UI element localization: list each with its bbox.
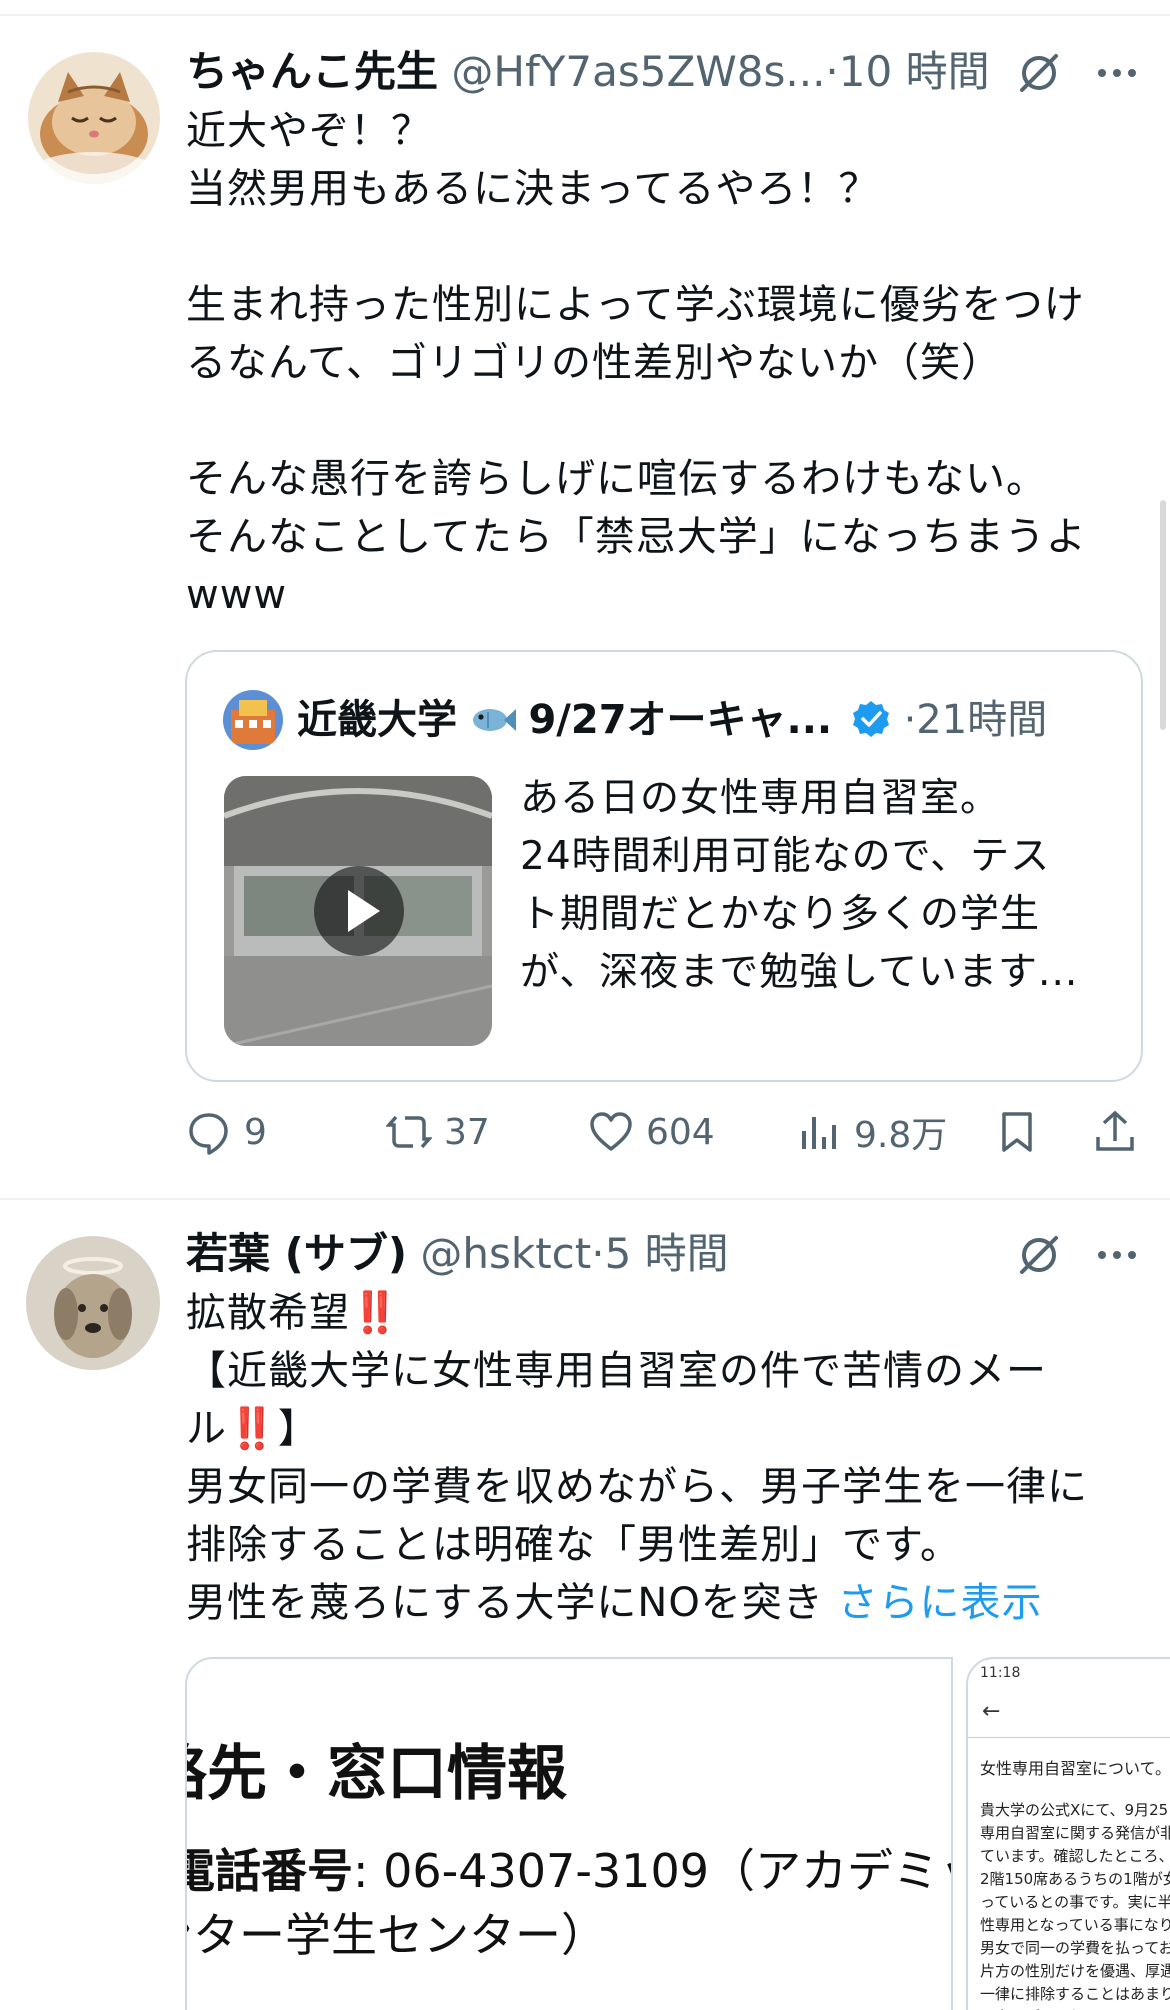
email-divider xyxy=(968,1737,1170,1738)
tweet2-line: 拡散希望‼️ xyxy=(186,1284,1156,1342)
fish-emoji-icon xyxy=(472,709,516,731)
tweet2-line: 男女同一の学費を収めながら、男子学生を一律に xyxy=(186,1458,1156,1516)
separator-dot: · xyxy=(591,1229,605,1278)
more-options-icon[interactable] xyxy=(1094,50,1140,96)
play-button-icon[interactable] xyxy=(312,864,406,958)
tweet2-line2b: ル xyxy=(186,1406,227,1452)
tweet2-line: 男性を蔑ろにする大学にNOを突き さらに表示 xyxy=(186,1574,1156,1632)
tweet2-author-name[interactable]: 若葉 (サブ) xyxy=(186,1229,407,1278)
tweet2-header: 若葉 (サブ) @hsktct·5 時間 xyxy=(186,1228,729,1280)
tweet2-line2a: 【近畿大学に女性専用自習室の件で苦情のメー xyxy=(186,1348,1047,1394)
top-divider xyxy=(0,14,1170,16)
tweet2-line1: 拡散希望 xyxy=(186,1290,350,1336)
retweet-count: 37 xyxy=(444,1111,490,1153)
quoted-tweet-text: ある日の女性専用自習室。 24時間利用可能なので、テス ト期間だとかなり多くの学… xyxy=(520,776,1079,995)
tweet2-line2c: 】 xyxy=(277,1406,319,1452)
tweet1-author-handle[interactable]: @HfY7as5ZW8s... xyxy=(451,47,825,96)
view-count: 9.8万 xyxy=(854,1115,948,1156)
grok-icon[interactable] xyxy=(1016,1232,1062,1278)
grok-icon[interactable] xyxy=(1016,50,1062,96)
quoted-tweet-card[interactable]: 近畿大学 9/27オーキャ... ·21時間 ある日の女性専用自習室。 24時間… xyxy=(185,650,1143,1082)
like-button[interactable]: 604 xyxy=(588,1100,715,1164)
tweet1-action-bar: 9 37 604 9.8万 xyxy=(186,1100,1146,1164)
email-subject: 女性専用自習室について。 xyxy=(980,1759,1170,1778)
tweet2-line: 【近畿大学に女性専用自習室の件で苦情のメー xyxy=(186,1342,1156,1400)
views-chart-icon xyxy=(802,1117,836,1149)
views-button[interactable]: 9.8万 xyxy=(796,1100,947,1164)
tweet-divider xyxy=(0,1198,1170,1200)
bookmark-icon xyxy=(1002,1112,1032,1152)
retweet-icon xyxy=(386,1115,432,1149)
back-arrow-icon: ← xyxy=(982,1699,1001,1724)
media-phone-label: 電話番号 xyxy=(185,1844,353,1898)
quoted-header: 近畿大学 9/27オーキャ... ·21時間 xyxy=(297,692,1047,748)
more-options-icon[interactable] xyxy=(1094,1232,1140,1278)
like-count: 604 xyxy=(646,1111,715,1153)
quoted-author-name: 近畿大学 xyxy=(297,697,457,743)
separator-dot: · xyxy=(903,697,917,743)
tweet2-line: ル‼️】 xyxy=(186,1400,1156,1458)
double-exclamation-emoji: ‼️ xyxy=(350,1290,401,1336)
quoted-timestamp: 21時間 xyxy=(916,697,1048,743)
phone-status-time: 11:18 xyxy=(980,1665,1021,1681)
tweet1-author-name[interactable]: ちゃんこ先生 xyxy=(186,47,438,96)
quoted-author-name-suffix: 9/27オーキャ... xyxy=(528,697,833,743)
bookmark-button[interactable] xyxy=(994,1100,1052,1164)
media-title: 絡先・窓口情報 xyxy=(185,1739,567,1809)
building-avatar-icon xyxy=(223,690,283,750)
reply-button[interactable]: 9 xyxy=(186,1100,267,1164)
tweet2-media-image-2[interactable]: 11:18 ← 女性専用自習室について。 貴大学の公式Xにて、9月25日 専用自… xyxy=(966,1657,1170,2010)
separator-dot: · xyxy=(825,47,839,96)
tweet2-avatar[interactable] xyxy=(26,1236,160,1370)
reply-icon xyxy=(189,1113,228,1155)
tweet2-line3: 男女同一の学費を収めながら、男子学生を一律に xyxy=(186,1464,1088,1510)
tweet2-line: 排除することは明確な「男性差別」です。 xyxy=(186,1516,1156,1574)
heart-icon xyxy=(590,1112,632,1151)
tweet1-header: ちゃんこ先生 @HfY7as5ZW8s...·10 時間 xyxy=(186,46,990,98)
media-phone-value: : 06-4307-3109（アカデミック xyxy=(353,1844,951,1898)
media-line2: ンター学生センター） xyxy=(185,1908,607,1962)
tweet1-avatar[interactable] xyxy=(28,52,160,184)
email-body: 貴大学の公式Xにて、9月25日 専用自習室に関する発信が非 ています。確認したと… xyxy=(980,1801,1170,2010)
tweet2-media-image-1[interactable]: 絡先・窓口情報 電話番号: 06-4307-3109（アカデミック ンター学生セ… xyxy=(185,1657,953,2010)
media-phone-line: 電話番号: 06-4307-3109（アカデミック xyxy=(185,1835,951,1901)
quoted-avatar xyxy=(223,690,283,750)
quoted-video-thumbnail[interactable] xyxy=(224,776,492,1046)
share-icon xyxy=(1096,1110,1134,1151)
double-exclamation-emoji: ‼️ xyxy=(227,1406,278,1452)
scrollbar[interactable] xyxy=(1160,500,1166,730)
tweet2-text: 拡散希望‼️ 【近畿大学に女性専用自習室の件で苦情のメー ル‼️】 男女同一の学… xyxy=(186,1284,1156,1632)
reply-count: 9 xyxy=(244,1111,267,1153)
cat-avatar-icon xyxy=(28,52,160,184)
angel-dog-avatar-icon xyxy=(26,1236,160,1370)
tweet1-text: 近大やぞ！？ 当然男用もあるに決まってるやろ！？ 生まれ持った性別によって学ぶ環… xyxy=(186,108,1087,618)
tweet2-author-handle[interactable]: @hsktct xyxy=(420,1229,591,1278)
share-button[interactable] xyxy=(1092,1100,1150,1164)
retweet-button[interactable]: 37 xyxy=(386,1100,490,1164)
verified-badge-icon xyxy=(852,701,889,737)
show-more-link[interactable]: さらに表示 xyxy=(838,1580,1043,1626)
tweet1-timestamp[interactable]: 10 時間 xyxy=(839,47,990,96)
tweet2-line4: 排除することは明確な「男性差別」です。 xyxy=(186,1522,961,1568)
tweet2-timestamp[interactable]: 5 時間 xyxy=(605,1229,729,1278)
tweet2-line5: 男性を蔑ろにする大学にNOを突き xyxy=(186,1580,824,1626)
